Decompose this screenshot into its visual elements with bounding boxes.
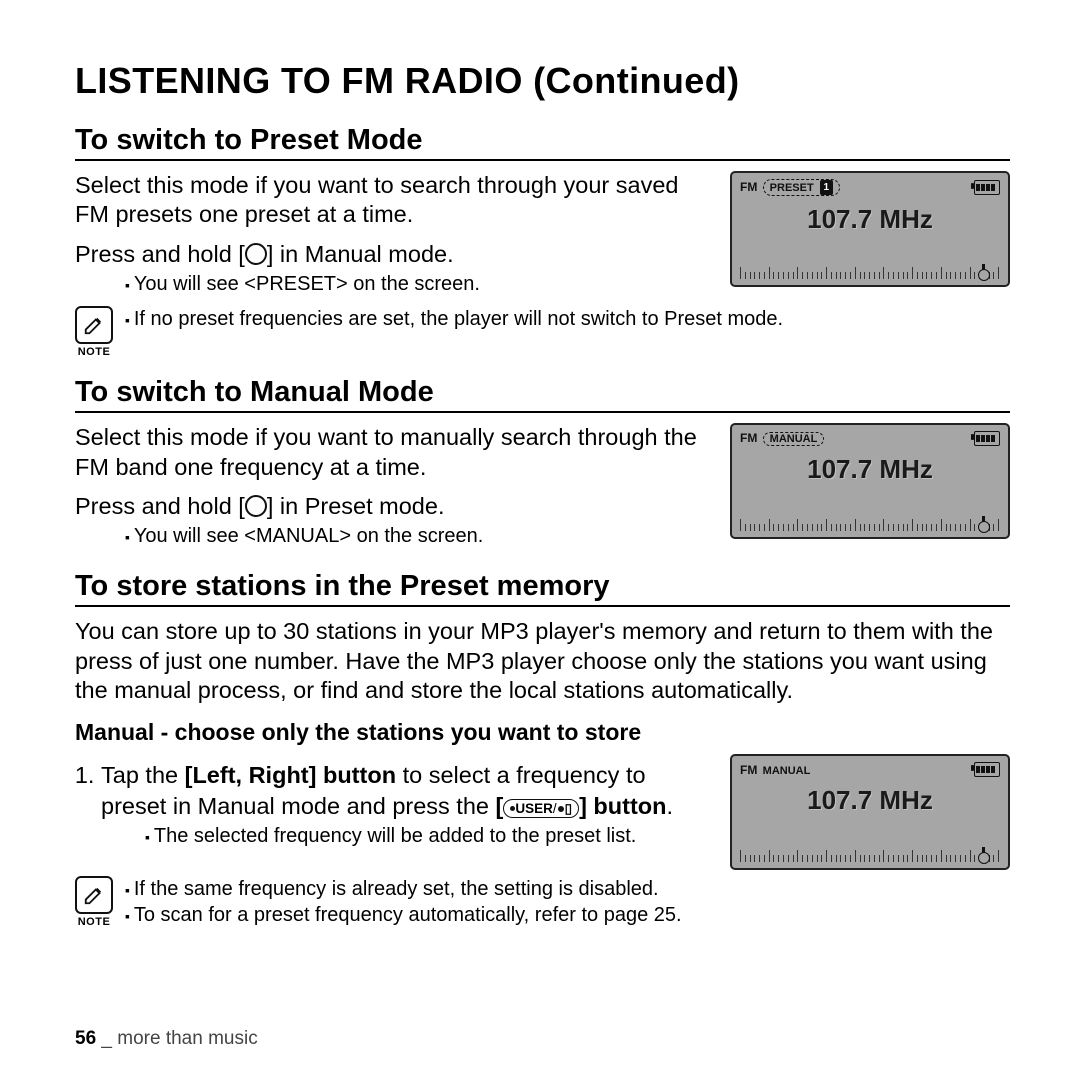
device-screen-manual: FM MANUAL 107.7 MHz [730, 423, 1010, 539]
battery-icon [974, 431, 1000, 446]
device-screen-store: FM MANUAL 107.7 MHz [730, 754, 1010, 870]
heading-manual-mode: To switch to Manual Mode [75, 376, 1010, 413]
mode-pill-manual: MANUAL [763, 432, 825, 446]
step-1-sub: The selected frequency will be added to … [145, 825, 710, 848]
text: _ [96, 1028, 117, 1049]
battery-icon [974, 180, 1000, 195]
text: ] in Manual mode. [267, 241, 454, 267]
preset-p2: Press and hold [ ] in Manual mode. [75, 240, 710, 269]
fm-label: FM [740, 431, 757, 445]
tuner-marker-icon [978, 269, 990, 281]
frequency-display: 107.7 MHz [740, 454, 1000, 485]
preset-number: 1 [820, 180, 833, 195]
page-footer: 56 _ more than music [75, 1028, 258, 1050]
preset-p1: Select this mode if you want to search t… [75, 171, 710, 230]
store-p1: You can store up to 30 stations in your … [75, 617, 1010, 705]
frequency-display: 107.7 MHz [740, 204, 1000, 235]
circle-button-icon [245, 495, 267, 517]
mode-pill-preset: PRESET 1 [763, 179, 840, 196]
tuner-ticks [740, 848, 1000, 862]
text: Tap the [101, 762, 185, 788]
text: ] in Preset mode. [267, 493, 445, 519]
battery-icon [974, 762, 1000, 777]
heading-preset-mode: To switch to Preset Mode [75, 124, 1010, 161]
text: Press and hold [ [75, 241, 245, 267]
note-label: NOTE [75, 916, 113, 928]
heading-store-stations: To store stations in the Preset memory [75, 570, 1010, 607]
manual-p1: Select this mode if you want to manually… [75, 423, 710, 482]
frequency-display: 107.7 MHz [740, 785, 1000, 816]
page-number: 56 [75, 1028, 96, 1049]
user-button-icon: USER/▯ [503, 799, 579, 819]
circle-button-icon [245, 243, 267, 265]
tuner-marker-icon [978, 852, 990, 864]
tuner-ticks [740, 265, 1000, 279]
preset-note: If no preset frequencies are set, the pl… [125, 306, 1010, 332]
text: [ [496, 793, 504, 819]
footer-text: more than music [117, 1028, 257, 1049]
mode-plain-manual: MANUAL [763, 765, 811, 777]
tuner-ticks [740, 517, 1000, 531]
fm-label: FM [740, 763, 757, 777]
device-screen-preset: FM PRESET 1 107.7 MHz [730, 171, 1010, 287]
step-1: Tap the [Left, Right] button to select a… [101, 760, 710, 821]
manual-bullet: You will see <MANUAL> on the screen. [125, 525, 710, 548]
store-note-1: If the same frequency is already set, th… [125, 876, 1010, 902]
tuner-marker-icon [978, 521, 990, 533]
page-title: LISTENING TO FM RADIO (Continued) [75, 60, 1010, 102]
text: . [667, 793, 674, 819]
bold-text: [Left, Right] button [185, 762, 396, 788]
note-icon [75, 306, 113, 344]
store-subhead: Manual - choose only the stations you wa… [75, 719, 1010, 746]
note-label: NOTE [75, 346, 113, 358]
preset-bullet: You will see <PRESET> on the screen. [125, 273, 710, 296]
text: Press and hold [ [75, 493, 245, 519]
text: ] button [579, 793, 666, 819]
fm-label: FM [740, 180, 757, 194]
store-note-2: To scan for a preset frequency automatic… [125, 902, 1010, 928]
manual-p2: Press and hold [ ] in Preset mode. [75, 492, 710, 521]
note-icon [75, 876, 113, 914]
